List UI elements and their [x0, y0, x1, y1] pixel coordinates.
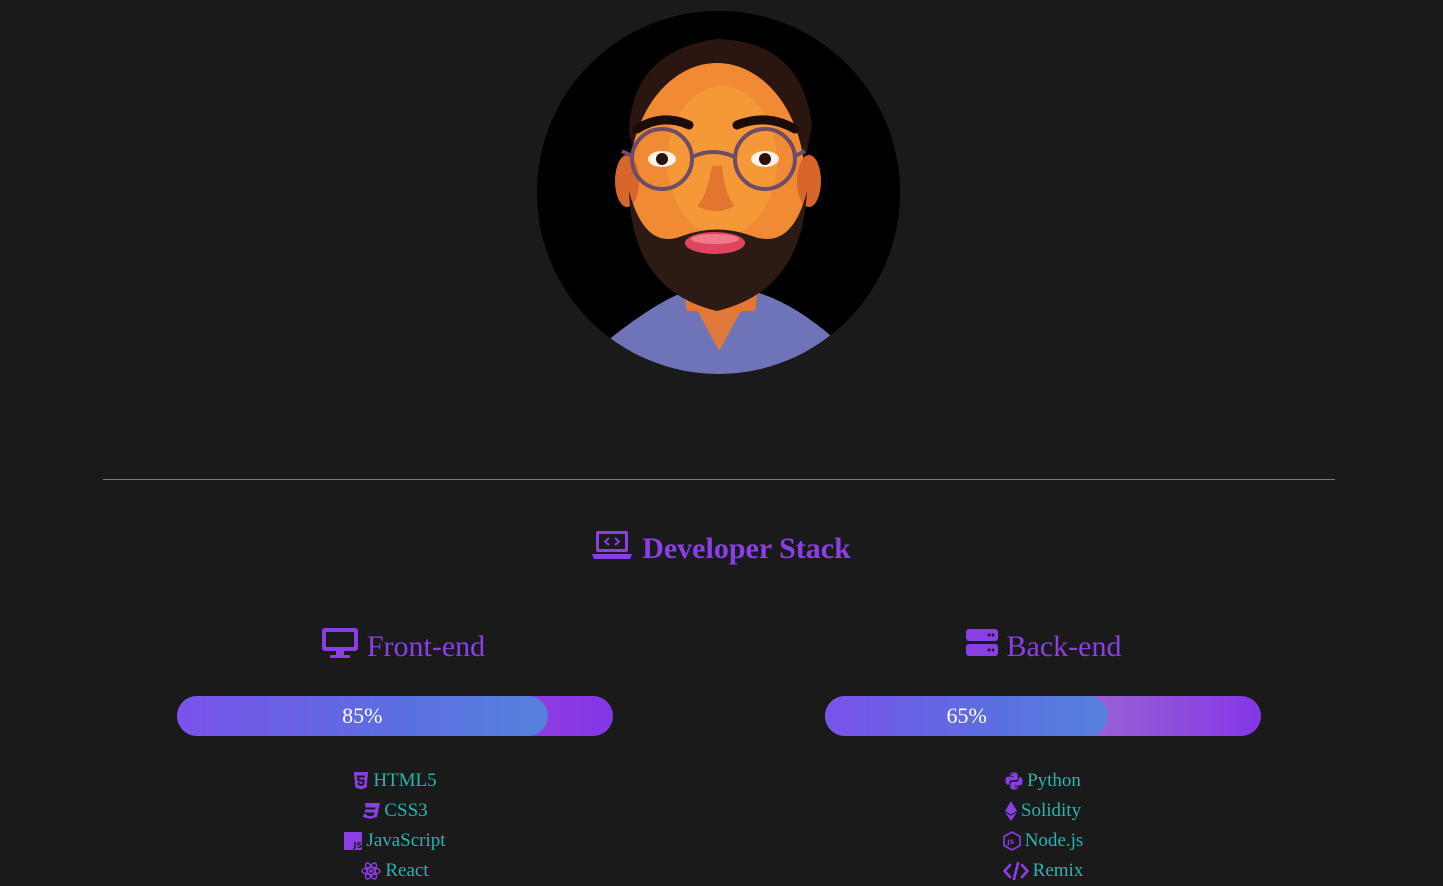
skill-item-solidity: Solidity: [825, 796, 1261, 826]
skill-item-react: React: [177, 856, 613, 886]
skill-label: CSS3: [384, 800, 428, 821]
frontend-progress-bar: 85%: [177, 696, 613, 736]
skill-item-remix: Remix: [825, 856, 1261, 886]
svg-text:JS: JS: [353, 841, 363, 850]
section-divider: [103, 479, 1335, 480]
backend-title: Back-end: [1006, 630, 1122, 663]
react-icon: [361, 862, 382, 880]
code-icon: [1002, 862, 1029, 880]
profile-avatar: [537, 11, 900, 374]
developer-stack-heading: Developer Stack: [0, 527, 1443, 571]
developer-stack-title: Developer Stack: [642, 532, 851, 565]
skill-item-nodejs: JS Node.js: [825, 826, 1261, 856]
portrait-illustration: [537, 11, 900, 374]
css3-icon: [362, 803, 381, 819]
backend-heading: Back-end: [825, 624, 1261, 670]
laptop-code-icon: [592, 530, 633, 568]
skill-item-javascript: JS JavaScript: [177, 826, 613, 856]
skill-item-python: Python: [825, 766, 1261, 796]
backend-progress-label: 65%: [946, 703, 987, 728]
skill-label: Remix: [1032, 860, 1084, 881]
ethereum-icon: [1004, 801, 1017, 821]
frontend-heading: Front-end: [185, 624, 621, 670]
python-icon: [1005, 772, 1023, 790]
backend-skill-list: Python Solidity JS Node.js Remix: [825, 766, 1261, 886]
frontend-title: Front-end: [366, 630, 486, 663]
nodejs-icon: JS: [1002, 831, 1021, 851]
svg-text:JS: JS: [1006, 838, 1014, 846]
backend-section: Back-end 65% Python Solidity JS Node.js …: [825, 624, 1261, 881]
skill-item-html5: HTML5: [177, 766, 613, 796]
skill-label: React: [385, 860, 429, 881]
desktop-icon: [321, 627, 359, 667]
frontend-skill-list: HTML5 CSS3 JS JavaScript React: [177, 766, 613, 886]
frontend-progress-label: 85%: [342, 703, 383, 728]
server-icon: [965, 628, 999, 666]
skill-label: HTML5: [373, 770, 437, 791]
js-icon: JS: [344, 832, 363, 850]
backend-progress-bar: 65%: [825, 696, 1261, 736]
skill-label: Solidity: [1020, 800, 1082, 821]
frontend-section: Front-end 85% HTML5 CSS3 JS JavaScript R…: [177, 624, 613, 881]
skill-label: JavaScript: [366, 830, 446, 851]
html5-icon: [353, 772, 369, 790]
skill-label: Python: [1027, 770, 1081, 791]
skill-item-css3: CSS3: [177, 796, 613, 826]
skill-label: Node.js: [1024, 830, 1084, 851]
